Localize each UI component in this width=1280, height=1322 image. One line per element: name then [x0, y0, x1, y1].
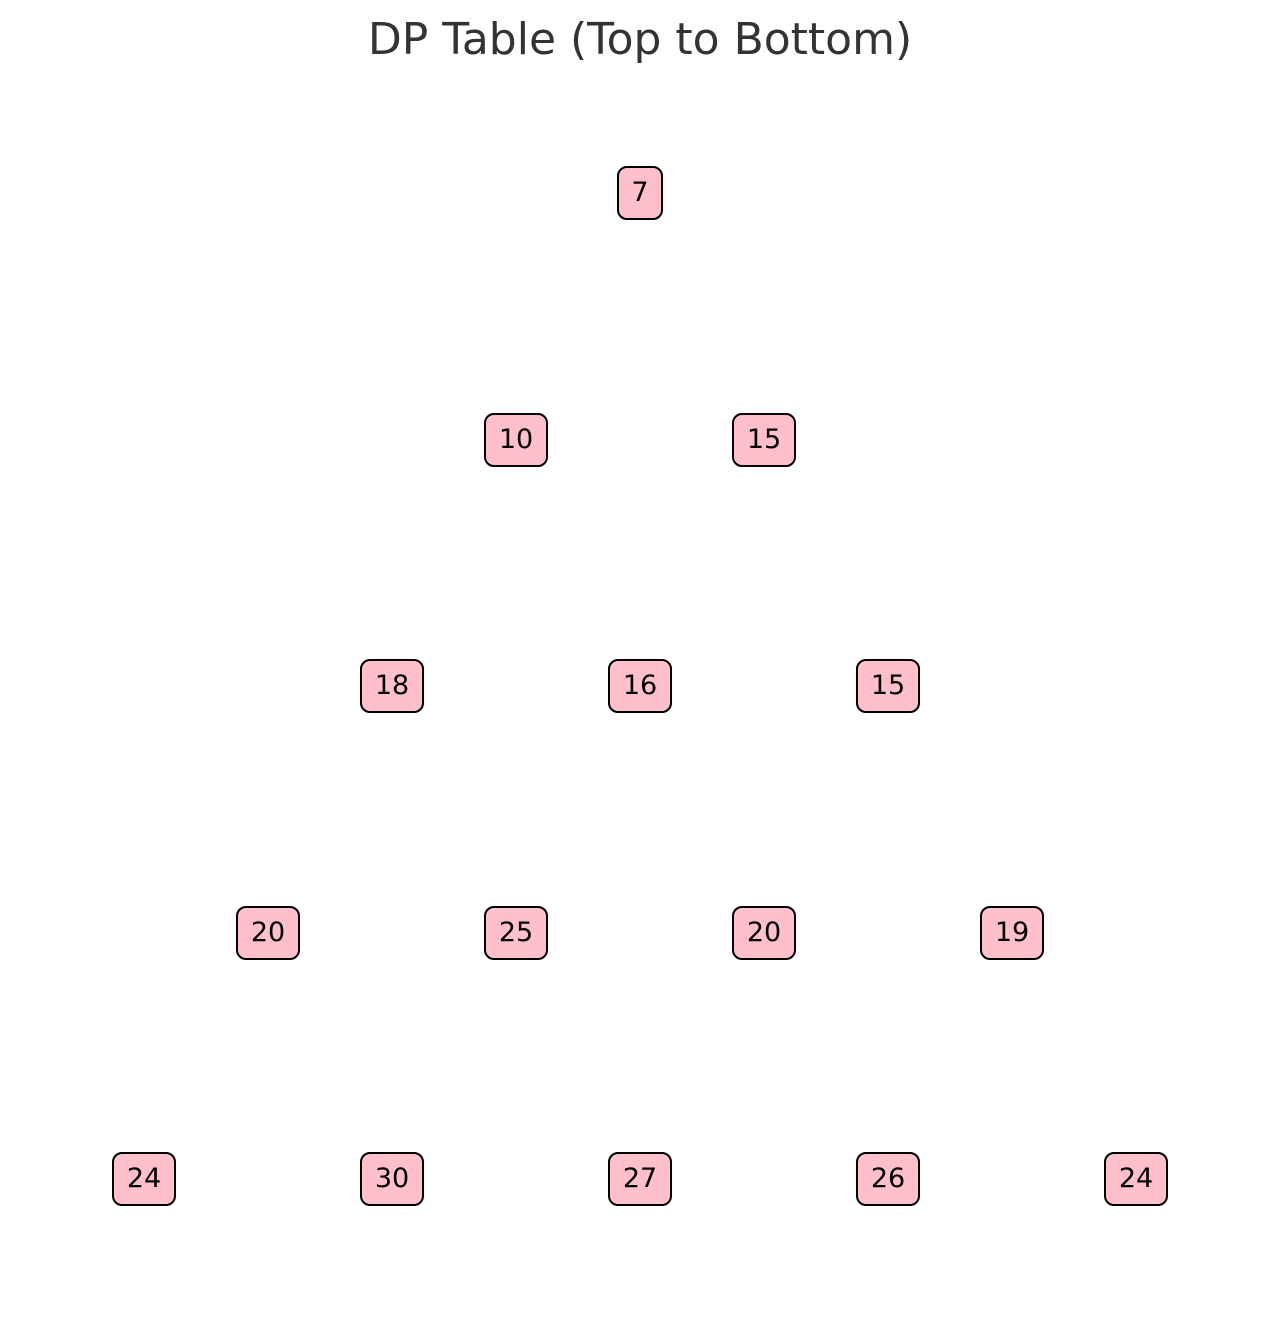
dp-triangle: 7 10 15 18 16 15 20 25 20 19 24 30 27 26 24 [0, 0, 1280, 1322]
dp-cell: 25 [484, 905, 548, 960]
dp-cell: 24 [112, 1152, 176, 1206]
dp-cell: 24 [1104, 1152, 1168, 1206]
dp-cell: 26 [856, 1152, 920, 1206]
dp-cell: 7 [617, 166, 663, 220]
dp-cell: 27 [608, 1152, 672, 1206]
dp-cell: 20 [732, 905, 796, 960]
dp-cell: 20 [236, 905, 300, 960]
dp-cell: 15 [856, 659, 920, 713]
dp-cell: 30 [360, 1152, 424, 1206]
dp-cell: 16 [608, 659, 672, 713]
dp-cell: 10 [484, 412, 548, 467]
dp-cell: 19 [980, 905, 1044, 960]
dp-cell: 15 [732, 412, 796, 467]
dp-cell: 18 [360, 659, 424, 713]
